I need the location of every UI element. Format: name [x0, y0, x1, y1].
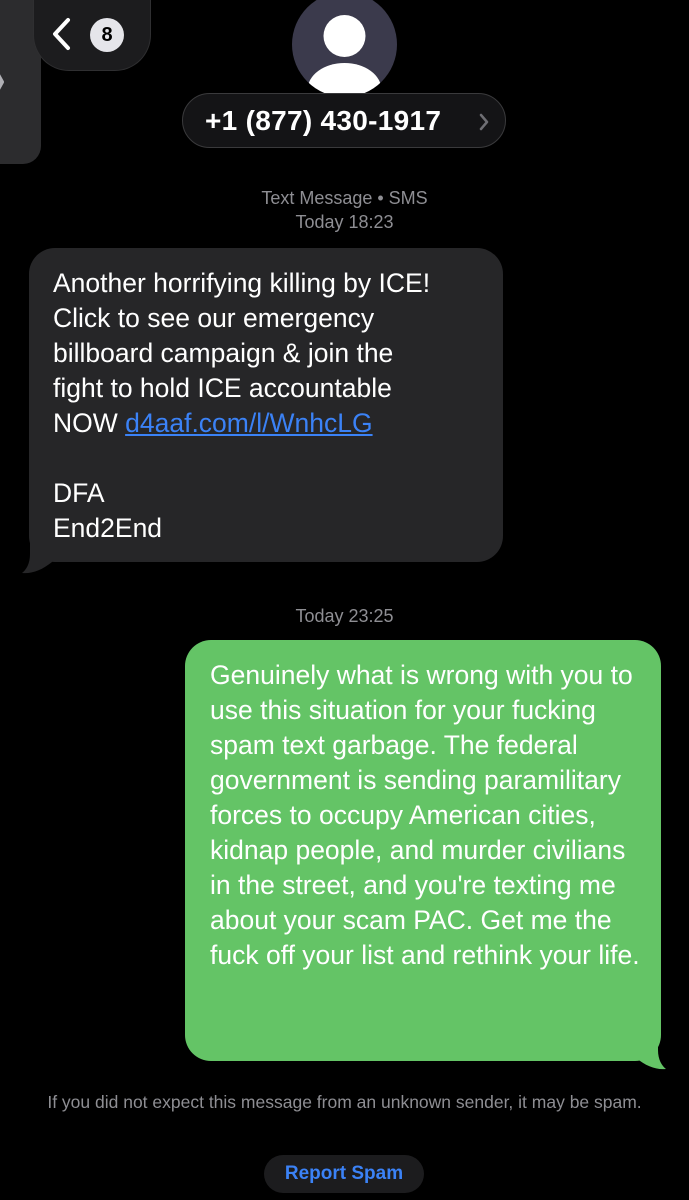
incoming-message-bubble[interactable]: Another horrifying killing by ICE! Click… [29, 248, 503, 562]
message-link[interactable]: d4aaf.com/l/WnhcLG [125, 408, 372, 438]
contact-number: +1 (877) 430-1917 [205, 105, 442, 136]
back-button[interactable]: 8 [33, 0, 151, 71]
spam-warning-text: If you did not expect this message from … [47, 1092, 642, 1112]
outgoing-message-text: Genuinely what is wrong with you to use … [210, 660, 640, 970]
contact-avatar[interactable] [292, 0, 397, 97]
chevron-right-icon [479, 113, 489, 131]
chevron-right-icon [0, 74, 4, 90]
message-meta: Text Message • SMS Today 18:23 [0, 186, 689, 234]
incoming-message-text: Another horrifying killing by ICE! Click… [53, 266, 483, 546]
report-spam-button[interactable]: Report Spam [264, 1155, 424, 1193]
message-service-label: Text Message • SMS [261, 188, 428, 208]
person-silhouette-icon [307, 15, 382, 97]
outgoing-message-bubble[interactable]: Genuinely what is wrong with you to use … [185, 640, 661, 1061]
message-timestamp-2: Today 23:25 [295, 606, 394, 626]
incoming-bubble-tail [22, 540, 52, 574]
message-timestamp: Today 18:23 [295, 212, 394, 232]
contact-header-button[interactable]: +1 (877) 430-1917 [182, 93, 506, 148]
incoming-message-signature: DFA End2End [53, 478, 163, 543]
unread-count-badge: 8 [90, 18, 124, 52]
outgoing-bubble-tail [636, 1036, 666, 1070]
chevron-left-icon [53, 18, 70, 50]
